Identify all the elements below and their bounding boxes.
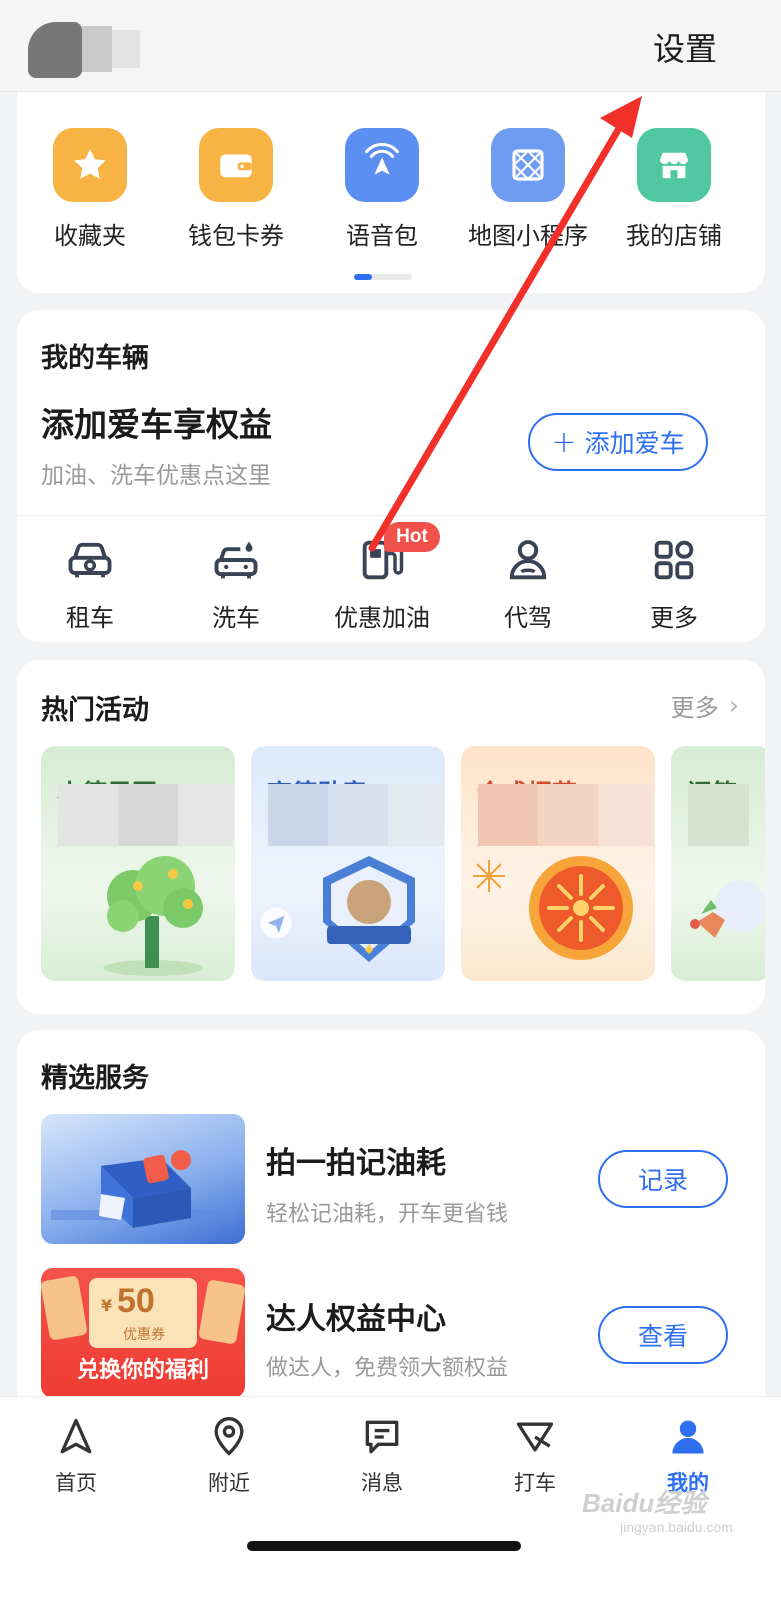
- tool-label: 钱包卡券: [188, 222, 284, 250]
- nav-taxi[interactable]: 打车: [475, 1415, 595, 1497]
- tool-item-favorites[interactable]: 收藏夹: [17, 128, 163, 251]
- tool-item-store[interactable]: 我的店铺: [601, 128, 747, 251]
- tool-label: 地图小程序: [468, 222, 588, 250]
- activities-section-title: 热门活动: [41, 695, 149, 726]
- bottom-navigation: 首页 附近 消息 打车 我的 Baidu经验 jingyan.baidu.com: [0, 1396, 781, 1600]
- coupon-currency: ¥: [101, 1296, 113, 1315]
- divider: [17, 515, 765, 516]
- talent-center-thumbnail[interactable]: ¥ 50 优惠券 兑换你的福利: [41, 1268, 245, 1398]
- top-header: 设置: [0, 0, 781, 92]
- featured-section-title: 精选服务: [41, 1063, 149, 1094]
- store-icon: [637, 128, 711, 202]
- watermark: Baidu经验: [582, 1488, 707, 1518]
- service-rental-car[interactable]: 租车: [17, 534, 163, 633]
- star-icon: [53, 128, 127, 202]
- avatar-blur-block: [82, 26, 112, 72]
- tool-label: 收藏夹: [54, 222, 126, 250]
- service-label: 洗车: [212, 604, 260, 632]
- sparkle-icon: [473, 860, 505, 892]
- nav-label: 打车: [514, 1471, 556, 1495]
- activity-tile-fireworks[interactable]: 合成烟花: [461, 746, 655, 981]
- record-button[interactable]: 记录: [598, 1150, 728, 1208]
- avatar-blur-block: [28, 22, 82, 78]
- car-wash-icon: [210, 534, 262, 586]
- promo-text: 兑换你的福利: [76, 1358, 209, 1383]
- view-button[interactable]: 查看: [598, 1306, 728, 1364]
- fuel-log-thumbnail[interactable]: [41, 1114, 245, 1244]
- feature-subtitle: 做达人，免费领大额权益: [266, 1356, 509, 1381]
- service-chauffeur[interactable]: 代驾: [455, 534, 601, 633]
- nav-label: 首页: [55, 1471, 97, 1495]
- tools-card: 收藏夹 钱包卡券 语音包 地图小程序 我的店铺: [17, 60, 765, 293]
- featured-services-card: 精选服务 拍一拍记油耗 轻松记油耗，开车更省钱 记录 ¥ 50 优惠券 兑换你的…: [17, 1030, 765, 1430]
- service-label: 优惠加油: [334, 604, 430, 632]
- add-car-label: 添加爱车: [584, 429, 685, 458]
- wallet-icon: [199, 128, 273, 202]
- quiz-illustration: [690, 880, 765, 938]
- vehicle-section-title: 我的车辆: [41, 343, 149, 374]
- message-icon: [360, 1415, 404, 1459]
- vehicle-headline: 添加爱车享权益: [41, 405, 272, 444]
- privacy-blur-overlay: [40, 784, 749, 846]
- tool-label: 我的店铺: [626, 222, 722, 250]
- service-car-wash[interactable]: 洗车: [163, 534, 309, 633]
- home-indicator: [247, 1541, 521, 1551]
- location-pin-icon: [207, 1415, 251, 1459]
- avatar[interactable]: [28, 18, 140, 78]
- fireworks-ball-illustration: [529, 856, 633, 960]
- feature-subtitle: 轻松记油耗，开车更省钱: [266, 1202, 509, 1227]
- rental-car-icon: [64, 534, 116, 586]
- chevron-right-icon: ›: [728, 690, 739, 721]
- feature-title: 拍一拍记油耗: [266, 1146, 446, 1181]
- settings-link[interactable]: 设置: [653, 24, 717, 70]
- vehicle-card: 我的车辆 添加爱车享权益 加油、洗车优惠点这里 + 添加爱车 租车 洗车 优惠加…: [17, 310, 765, 642]
- chauffeur-icon: [502, 534, 554, 586]
- nav-label: 附近: [208, 1471, 250, 1495]
- tool-item-mini-program[interactable]: 地图小程序: [455, 128, 601, 251]
- tool-item-wallet[interactable]: 钱包卡券: [163, 128, 309, 251]
- tree-illustration: [103, 856, 203, 976]
- coupon-ticket: ¥ 50 优惠券: [89, 1278, 197, 1348]
- add-car-button[interactable]: + 添加爱车: [528, 413, 708, 471]
- nav-nearby[interactable]: 附近: [169, 1415, 289, 1497]
- coupon-label: 优惠券: [123, 1327, 165, 1343]
- activity-tile-medal[interactable]: 高德勋章: [251, 746, 445, 981]
- hot-badge: Hot: [384, 522, 440, 552]
- nav-home[interactable]: 首页: [16, 1415, 136, 1497]
- paper-plane-icon: [260, 907, 292, 939]
- feature-title: 达人权益中心: [266, 1302, 446, 1337]
- pager-indicator: [354, 274, 412, 280]
- activities-more-link[interactable]: 更多 ›: [671, 688, 739, 723]
- tool-label: 语音包: [346, 222, 418, 250]
- vehicle-subtitle: 加油、洗车优惠点这里: [41, 463, 271, 489]
- voice-pack-icon: [345, 128, 419, 202]
- taxi-icon: [513, 1415, 557, 1459]
- coupon-decor-left: [41, 1275, 88, 1341]
- more-label: 更多: [670, 694, 719, 722]
- service-label: 代驾: [504, 604, 552, 632]
- avatar-blur-block: [112, 30, 140, 68]
- tool-item-voice-pack[interactable]: 语音包: [309, 128, 455, 251]
- grid-more-icon: [648, 534, 700, 586]
- activity-tile-orchard[interactable]: 小德果园: [41, 746, 235, 981]
- navigation-arrow-icon: [54, 1415, 98, 1459]
- coupon-decor-right: [198, 1279, 245, 1345]
- nav-label: 消息: [361, 1471, 403, 1495]
- treasure-box-illustration: [51, 1150, 235, 1228]
- medal-badge-illustration: [323, 856, 415, 962]
- plus-icon: +: [551, 424, 577, 460]
- service-more[interactable]: 更多: [601, 534, 747, 633]
- coupon-amount: 50: [117, 1282, 155, 1320]
- activity-tile-quiz[interactable]: 问答: [671, 746, 765, 981]
- service-label: 租车: [66, 604, 114, 632]
- service-label: 更多: [650, 604, 698, 632]
- nav-messages[interactable]: 消息: [322, 1415, 442, 1497]
- mini-program-icon: [491, 128, 565, 202]
- pager-active-dot: [354, 274, 372, 280]
- profile-icon: [666, 1415, 710, 1459]
- watermark-url: jingyan.baidu.com: [620, 1519, 733, 1535]
